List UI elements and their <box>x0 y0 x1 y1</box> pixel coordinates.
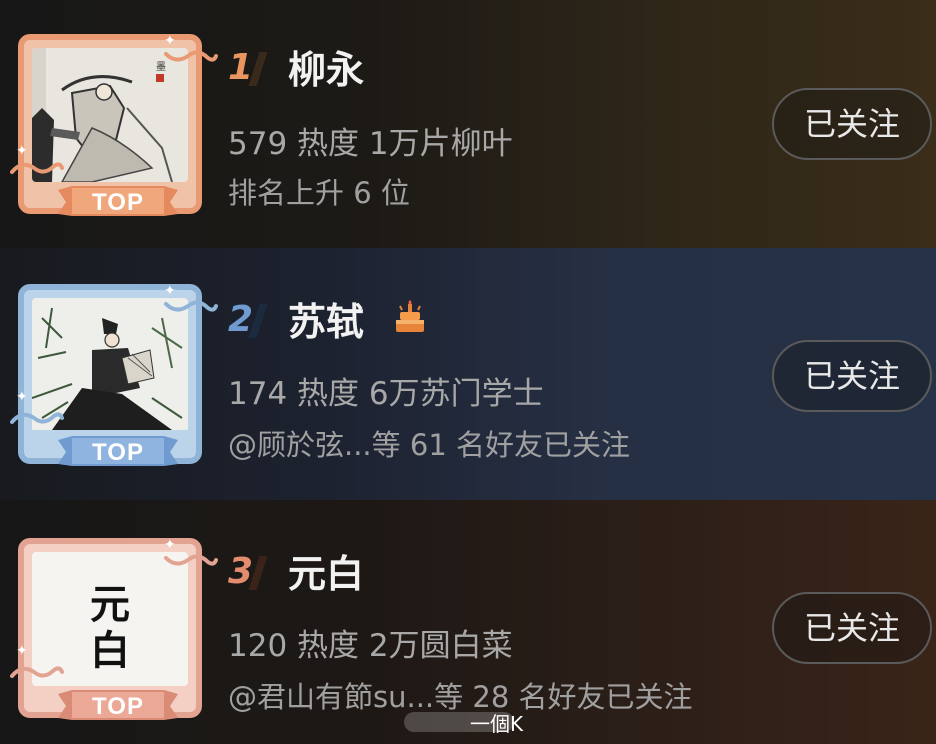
follow-button[interactable]: 已关注 <box>772 592 932 664</box>
sparkle-icon: ✦ <box>16 143 28 159</box>
list-item[interactable]: 墨 ✦ ✦ TOP 1 柳永 579 热度 1万片柳叶 排名上升 6 位 已关注 <box>0 0 936 248</box>
friends-followed-text[interactable]: @顾於弦...等 61 名好友已关注 <box>228 428 630 462</box>
heat-stats: 120 热度 2万圆白菜 <box>228 628 513 664</box>
cloud-swirl-icon <box>10 666 64 678</box>
follow-button[interactable]: 已关注 <box>772 88 932 160</box>
ranking-list: 墨 ✦ ✦ TOP 1 柳永 579 热度 1万片柳叶 排名上升 6 位 已关注… <box>0 0 936 744</box>
list-item[interactable]: 元 白 ✦ ✦ TOP 3 元白 120 热度 2万圆白菜 @君山有節su...… <box>0 500 936 744</box>
avatar[interactable]: 墨 ✦ ✦ TOP <box>10 33 218 216</box>
user-name[interactable]: 元白 <box>288 552 364 596</box>
sparkle-icon: ✦ <box>16 643 28 659</box>
list-item[interactable]: ✦ ✦ TOP 2 苏轼 174 热度 6万苏门学士 @顾於弦...等 61 名… <box>0 248 936 500</box>
sparkle-icon: ✦ <box>164 537 176 553</box>
avatar-calligraphy: 元 白 <box>90 581 130 674</box>
rank-change-text: 排名上升 6 位 <box>228 176 410 210</box>
user-name[interactable]: 柳永 <box>288 48 364 92</box>
avatar[interactable]: ✦ ✦ TOP <box>10 283 218 466</box>
sparkle-icon: ✦ <box>164 33 176 49</box>
friends-followed-text[interactable]: @君山有節su...等 28 名好友已关注 <box>228 680 692 714</box>
sparkle-icon: ✦ <box>16 389 28 405</box>
sparkle-icon: ✦ <box>164 283 176 299</box>
watermark-text: 一個K <box>470 712 524 736</box>
user-name[interactable]: 苏轼 <box>288 300 364 344</box>
follow-button[interactable]: 已关注 <box>772 340 932 412</box>
heat-stats: 174 热度 6万苏门学士 <box>228 376 544 412</box>
top-badge: TOP <box>58 184 178 218</box>
cloud-swirl-icon <box>10 162 64 174</box>
top-badge: TOP <box>58 688 178 722</box>
avatar[interactable]: 元 白 ✦ ✦ TOP <box>10 537 218 720</box>
heat-stats: 579 热度 1万片柳叶 <box>228 126 513 162</box>
cloud-swirl-icon <box>10 412 64 424</box>
top-badge: TOP <box>58 434 178 468</box>
birthday-cake-icon <box>396 300 424 332</box>
